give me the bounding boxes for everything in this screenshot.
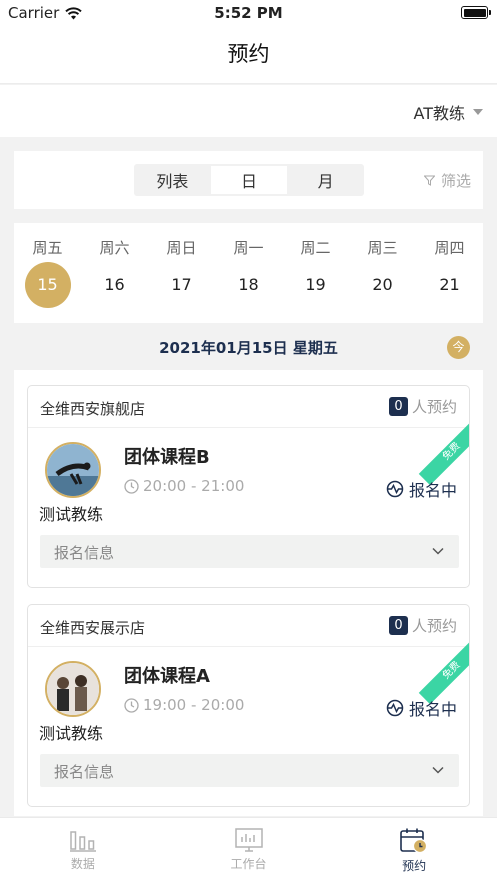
view-switch-card: 列表 日 月 筛选 <box>14 151 483 209</box>
tab-workbench[interactable]: 工作台 <box>166 818 332 883</box>
selected-date-text: 2021年01月15日 星期五 <box>159 339 338 357</box>
tab-label: 数据 <box>70 857 95 871</box>
segment-day[interactable]: 日 <box>210 166 288 194</box>
weekday-label: 周一 <box>233 239 264 257</box>
free-tag: 免费 <box>418 637 469 705</box>
tab-data[interactable]: 数据 <box>0 818 166 883</box>
date-cell[interactable]: 20 <box>360 262 406 308</box>
registration-status: 报名中 <box>386 696 457 720</box>
coach-name: 测试教练 <box>39 505 104 524</box>
registration-status-text: 报名中 <box>408 481 457 500</box>
date-cell[interactable]: 18 <box>226 262 272 308</box>
date-row: 15 16 17 18 19 20 21 <box>14 262 483 308</box>
course-card[interactable]: 全维西安展示店 0 人预约 免费 测试教练 团体课程A 19:00 - 20:0… <box>27 604 470 807</box>
segment-month[interactable]: 月 <box>287 164 364 196</box>
view-segmented-control: 列表 日 月 <box>134 164 364 196</box>
chevron-down-icon <box>432 547 444 555</box>
course-card[interactable]: 全维西安旗舰店 0 人预约 免费 测试教练 团体课程B 20:00 - 21:0… <box>27 385 470 588</box>
filter-button[interactable]: 筛选 <box>423 170 471 191</box>
clock-icon <box>124 697 139 713</box>
signup-info-toggle[interactable]: 报名信息 <box>40 754 459 787</box>
weekday-row: 周五 周六 周日 周一 周二 周三 周四 <box>14 237 483 258</box>
navigation-bar: 预约 <box>0 28 497 84</box>
status-time: 5:52 PM <box>214 4 283 22</box>
date-cell-selected[interactable]: 15 <box>24 262 71 308</box>
course-time: 19:00 - 20:00 <box>124 696 244 714</box>
tab-booking[interactable]: 预约 <box>331 818 497 883</box>
course-card-header: 全维西安展示店 0 人预约 <box>28 605 469 647</box>
signup-info-label: 报名信息 <box>54 544 115 562</box>
store-name: 全维西安旗舰店 <box>40 400 146 418</box>
clock-icon <box>124 478 139 494</box>
coach-avatar <box>45 661 101 717</box>
status-bar: Carrier 5:52 PM <box>0 0 497 28</box>
week-calendar: 周五 周六 周日 周一 周二 周三 周四 15 16 17 18 19 20 2… <box>14 223 483 323</box>
chevron-down-icon <box>432 766 444 774</box>
weekday-label: 周日 <box>166 239 197 257</box>
battery-icon <box>461 6 491 19</box>
date-cell[interactable]: 17 <box>159 262 205 308</box>
bottom-tab-bar: 数据 工作台 预约 <box>0 817 497 883</box>
weekday-label: 周六 <box>99 239 130 257</box>
calendar-clock-icon <box>400 828 428 854</box>
filter-icon <box>423 175 435 186</box>
course-time-text: 19:00 - 20:00 <box>143 696 245 714</box>
course-list: 全维西安旗舰店 0 人预约 免费 测试教练 团体课程B 20:00 - 21:0… <box>14 370 483 816</box>
signup-info-label: 报名信息 <box>54 763 115 781</box>
filter-label: 筛选 <box>440 172 471 190</box>
registration-status-text: 报名中 <box>408 700 457 719</box>
bar-chart-icon <box>69 831 96 852</box>
booking-count-badge: 0 <box>388 397 408 416</box>
date-cell[interactable]: 21 <box>427 262 473 308</box>
store-name: 全维西安展示店 <box>40 619 146 637</box>
weekday-label: 周四 <box>434 239 465 257</box>
selected-date-header: 2021年01月15日 星期五 今 <box>0 333 497 363</box>
page-title: 预约 <box>227 42 270 66</box>
booking-count: 0 人预约 <box>388 396 457 417</box>
free-tag: 免费 <box>418 418 469 486</box>
booking-count-badge: 0 <box>388 616 408 635</box>
course-card-header: 全维西安旗舰店 0 人预约 <box>28 386 469 428</box>
coach-dropdown[interactable]: AT教练 <box>414 100 483 124</box>
coach-avatar <box>45 442 101 498</box>
coach-filter-row: AT教练 <box>0 85 497 137</box>
today-button[interactable]: 今 <box>447 336 470 359</box>
coach-dropdown-label: AT教练 <box>413 104 465 123</box>
tab-label: 工作台 <box>230 857 267 871</box>
registration-status: 报名中 <box>386 477 457 501</box>
course-title: 团体课程A <box>124 666 210 687</box>
caret-down-icon <box>473 109 483 115</box>
course-time-text: 20:00 - 21:00 <box>143 477 245 495</box>
weekday-label: 周五 <box>32 239 63 257</box>
pulse-icon <box>386 480 404 498</box>
weekday-label: 周二 <box>300 239 331 257</box>
dashboard-icon <box>234 828 263 852</box>
booking-count: 0 人预约 <box>388 615 457 636</box>
weekday-label: 周三 <box>367 239 398 257</box>
date-cell[interactable]: 19 <box>293 262 339 308</box>
signup-info-toggle[interactable]: 报名信息 <box>40 535 459 568</box>
pulse-icon <box>386 699 404 717</box>
coach-name: 测试教练 <box>39 724 104 743</box>
date-cell[interactable]: 16 <box>92 262 138 308</box>
segment-list[interactable]: 列表 <box>134 164 211 196</box>
course-title: 团体课程B <box>124 447 210 468</box>
tab-label: 预约 <box>402 859 427 873</box>
booking-suffix: 人预约 <box>411 617 457 635</box>
booking-suffix: 人预约 <box>411 398 457 416</box>
course-time: 20:00 - 21:00 <box>124 477 244 495</box>
